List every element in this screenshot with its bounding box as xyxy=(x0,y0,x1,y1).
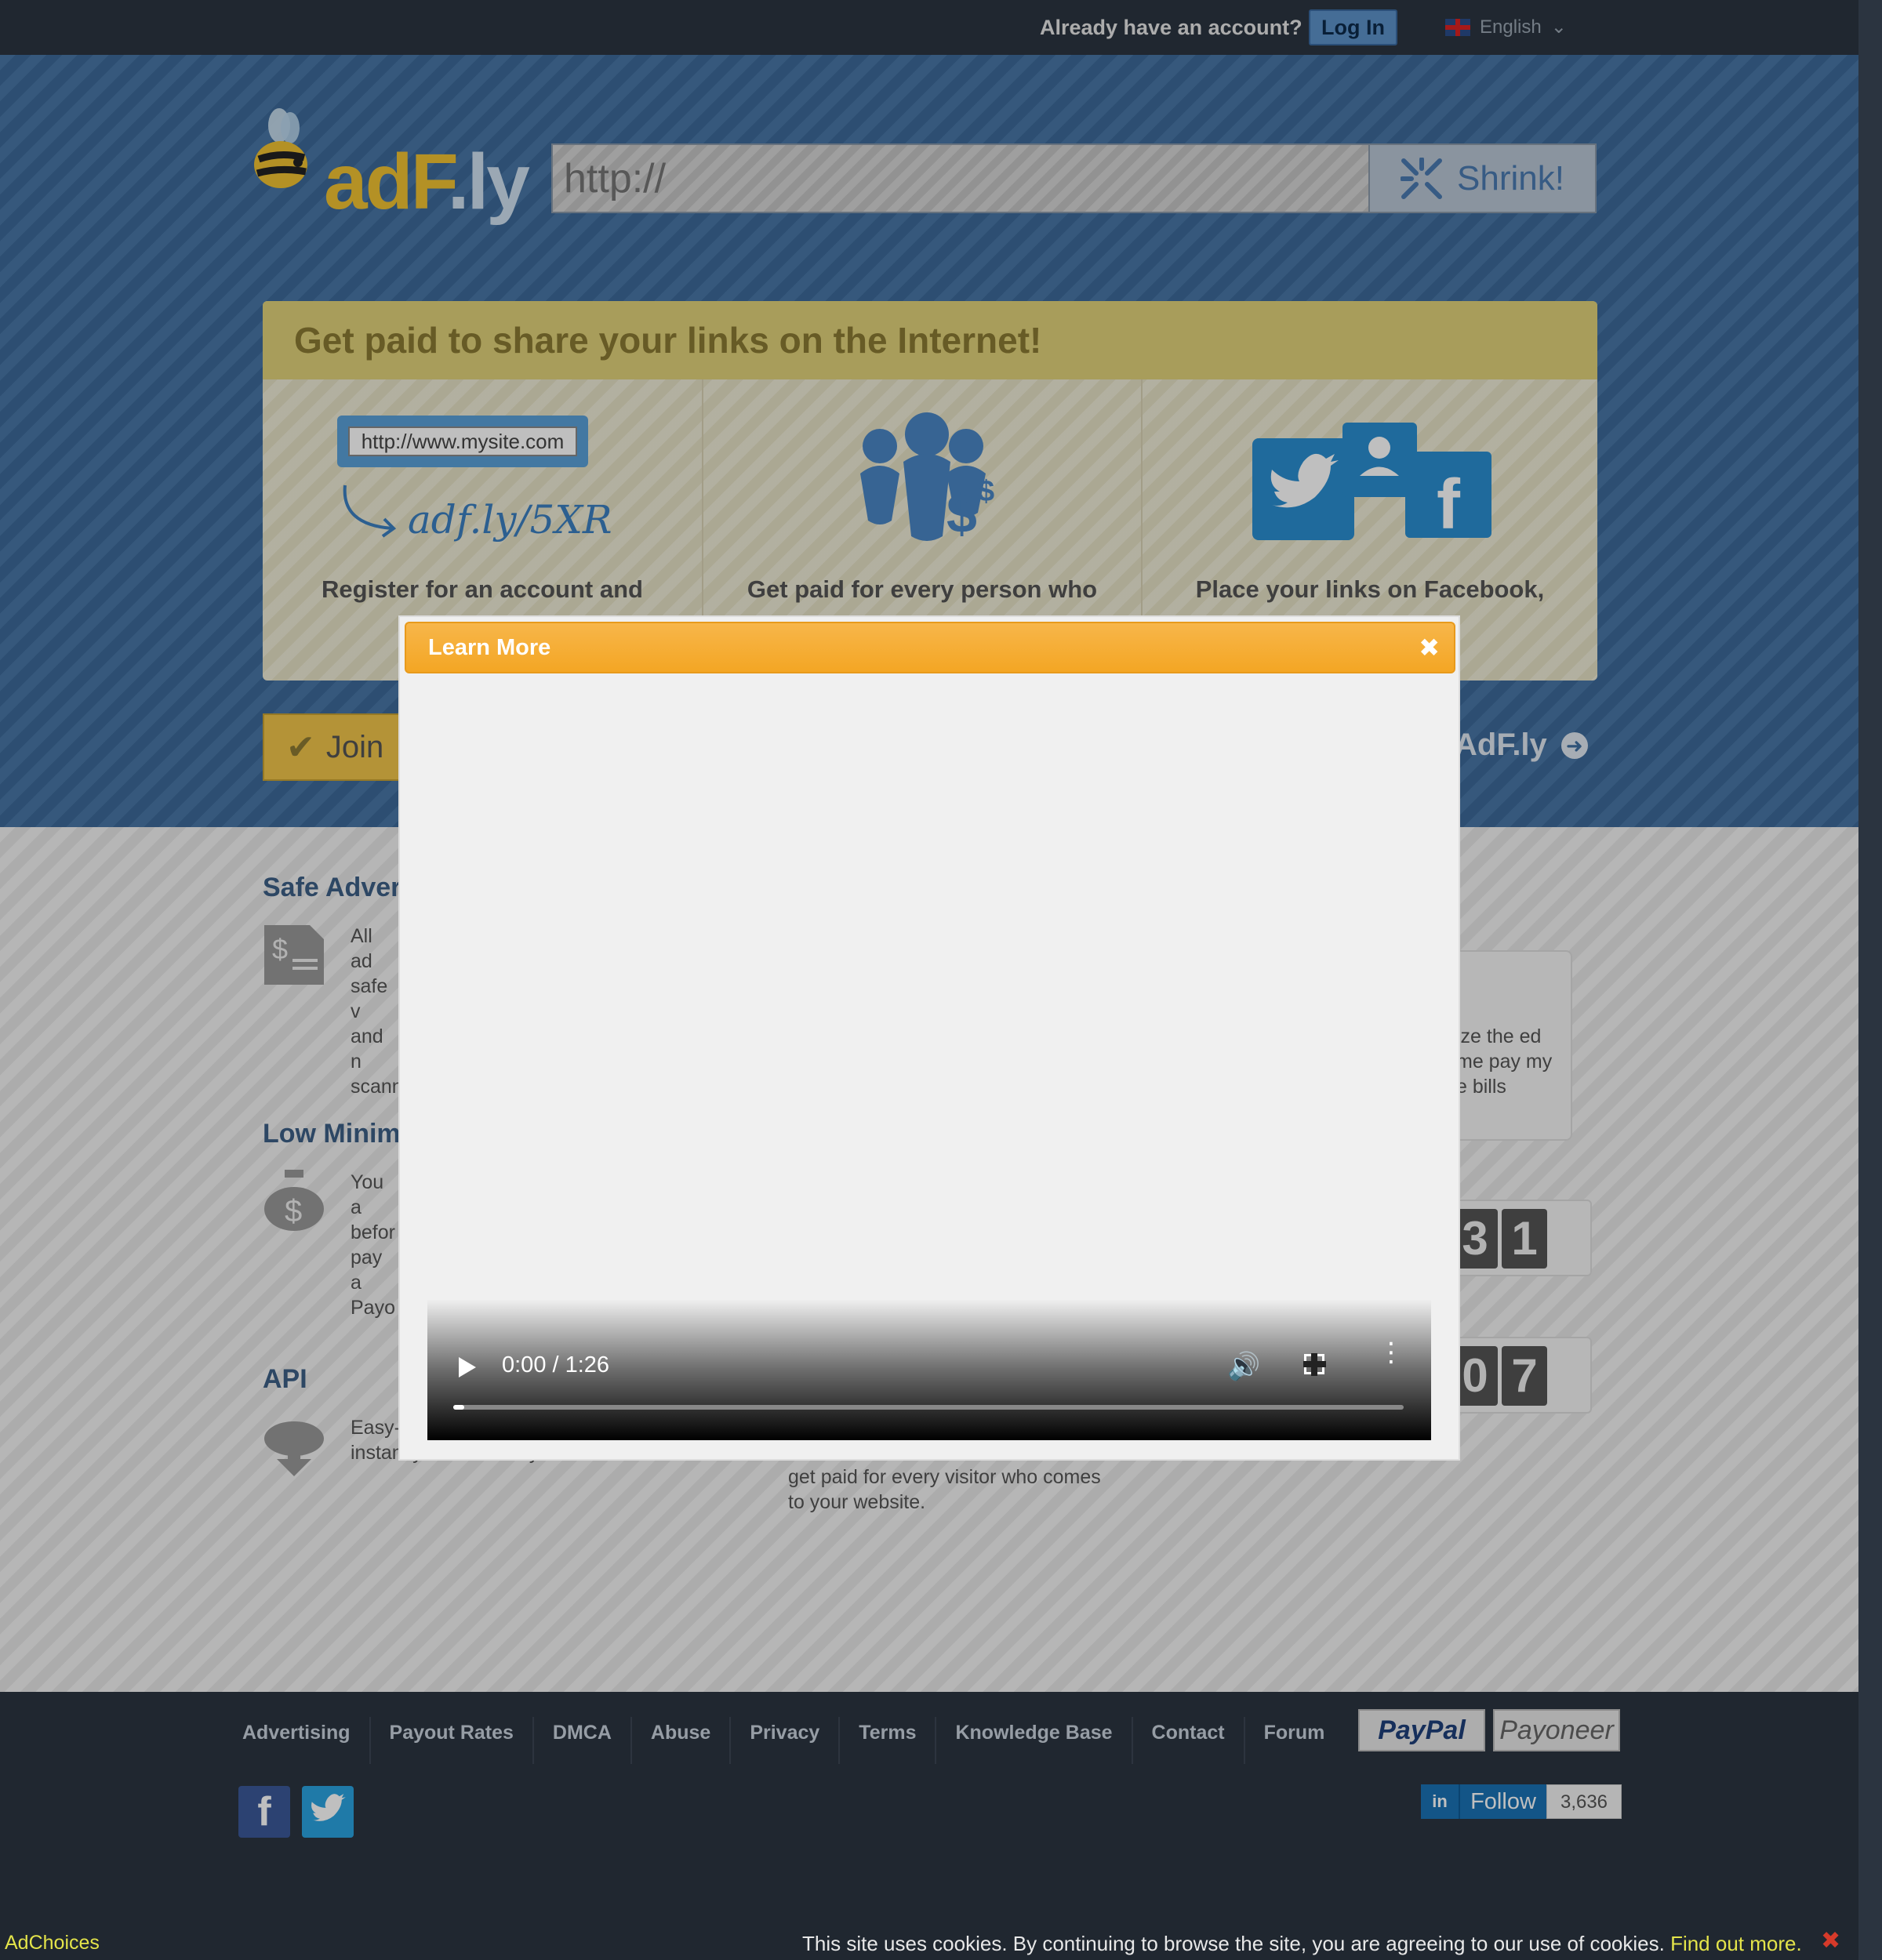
modal-header: Learn More ✖ xyxy=(405,622,1455,673)
play-icon[interactable] xyxy=(459,1357,476,1377)
fullscreen-icon[interactable] xyxy=(1303,1353,1326,1376)
video-progress-bar[interactable] xyxy=(453,1405,1404,1410)
video-progress-fill xyxy=(453,1405,464,1410)
close-icon[interactable]: ✖ xyxy=(1419,623,1440,672)
learn-more-modal: Learn More ✖ 0:00 / 1:26 🔊 ⋮ xyxy=(398,615,1460,1461)
video-player[interactable]: 0:00 / 1:26 🔊 ⋮ xyxy=(427,1299,1431,1440)
modal-title: Learn More xyxy=(428,635,551,660)
volume-icon[interactable]: 🔊 xyxy=(1227,1351,1260,1382)
more-vert-icon[interactable]: ⋮ xyxy=(1378,1339,1404,1366)
video-time: 0:00 / 1:26 xyxy=(502,1352,610,1377)
